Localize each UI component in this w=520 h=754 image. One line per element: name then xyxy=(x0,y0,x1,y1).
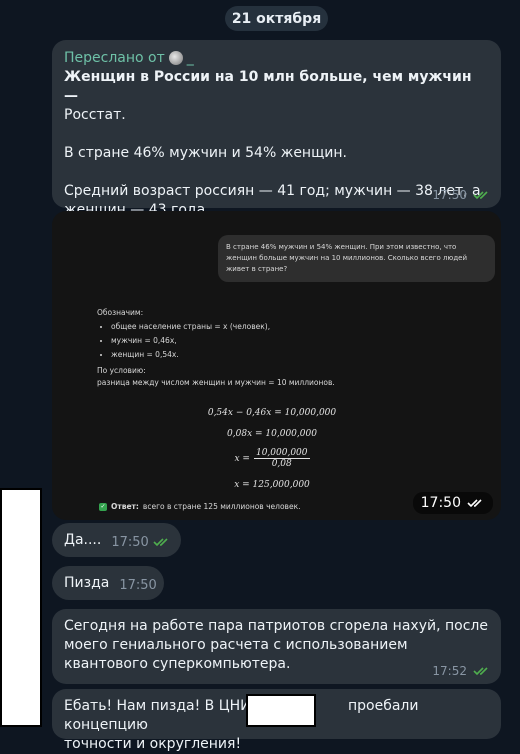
image-solution: Обозначим: общее население страны = x (ч… xyxy=(97,307,417,389)
message-title: Женщин в России на 10 млн больше, чем му… xyxy=(64,69,472,104)
message-time: 17:50 xyxy=(432,188,467,202)
message-text-part: точности и округления! xyxy=(64,736,242,752)
image-question-bubble: В стране 46% мужчин и 54% женщин. При эт… xyxy=(218,235,495,282)
list-item: женщин = 0,54x. xyxy=(111,349,417,361)
formula-1: 0,54x − 0,46x = 10,000,000 xyxy=(207,408,337,418)
image-condition: По условию: xyxy=(97,366,146,375)
message-time: 17:50 xyxy=(420,495,461,511)
fraction-numerator: 10,000,000 xyxy=(253,448,310,459)
message-source: Росстат. xyxy=(64,107,126,123)
double-check-icon xyxy=(473,666,491,676)
message-bubble[interactable]: Да.... 17:50 xyxy=(52,523,181,557)
message-text-part: Ебать! Нам пизда! В ЦНИИ xyxy=(64,698,262,714)
formula-fraction: 10,000,000 0,08 xyxy=(253,448,310,469)
message-text: Сегодня на работе пара патриотов сгорела… xyxy=(64,618,488,672)
forwarded-message[interactable]: Переслано от _ Женщин в России на 10 млн… xyxy=(52,40,501,218)
formula-lhs: x = xyxy=(234,453,250,464)
screenshot-image-message[interactable]: В стране 46% мужчин и 54% женщин. При эт… xyxy=(52,211,501,520)
image-condition-text: разница между числом женщин и мужчин = 1… xyxy=(97,378,335,387)
date-separator: 21 октября xyxy=(225,6,328,31)
double-check-icon xyxy=(467,499,482,508)
message-text: Женщин в России на 10 млн больше, чем му… xyxy=(64,68,489,220)
list-item: мужчин = 0,46x, xyxy=(111,335,417,347)
image-denote: Обозначим: xyxy=(97,308,144,317)
sender-name[interactable]: _ xyxy=(187,50,194,66)
message-meta: 17:50 xyxy=(119,578,156,593)
formula-2: 0,08x = 10,000,000 xyxy=(227,429,317,439)
redaction-box xyxy=(0,488,42,727)
message-meta: 17:50 xyxy=(432,188,491,202)
redaction-box xyxy=(246,694,316,727)
formula-4: x = 125,000,000 xyxy=(234,480,310,490)
answer-text: всего в стране 125 миллионов человек. xyxy=(142,502,301,511)
sender-avatar-icon[interactable] xyxy=(168,51,183,65)
message-text: Да.... xyxy=(64,532,102,548)
message-paragraph: В стране 46% мужчин и 54% женщин. xyxy=(64,145,347,161)
message-time: 17:52 xyxy=(432,664,467,678)
message-meta: 17:52 xyxy=(432,664,491,678)
forwarded-header[interactable]: Переслано от _ xyxy=(64,48,489,68)
check-mark-icon: ✓ xyxy=(99,502,107,511)
message-time: 17:50 xyxy=(111,534,149,550)
message-time: 17:50 xyxy=(119,577,157,593)
message-bubble[interactable]: Сегодня на работе пара патриотов сгорела… xyxy=(52,609,501,684)
message-bubble[interactable]: Пизда 17:50 xyxy=(52,566,164,600)
image-answer: ✓ Ответ: всего в стране 125 миллионов че… xyxy=(99,502,301,511)
image-meta: 17:50 xyxy=(412,492,493,514)
answer-label: Ответ: xyxy=(111,502,139,511)
message-text: Пизда xyxy=(64,575,110,591)
message-meta: 17:50 xyxy=(111,535,170,550)
fraction-denominator: 0,08 xyxy=(271,459,292,469)
list-item: общее население страны = x (человек), xyxy=(111,321,417,333)
double-check-icon xyxy=(473,190,491,200)
double-check-icon xyxy=(153,538,168,547)
image-bullets: общее население страны = x (человек), му… xyxy=(97,321,417,361)
forwarded-label: Переслано от xyxy=(64,50,165,66)
formula-3: x = 10,000,000 0,08 xyxy=(192,448,352,469)
